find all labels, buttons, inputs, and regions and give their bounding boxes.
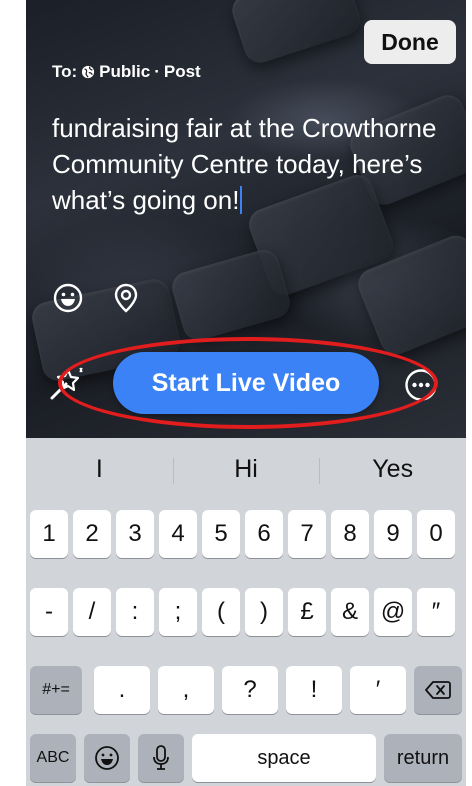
emoji-keyboard-icon bbox=[95, 746, 119, 770]
key[interactable]: : bbox=[116, 588, 154, 636]
key[interactable]: ? bbox=[222, 666, 278, 714]
key[interactable]: ! bbox=[286, 666, 342, 714]
key[interactable]: 8 bbox=[331, 510, 369, 558]
audience-separator: · bbox=[154, 62, 160, 81]
keyboard-row-punctuation: #+= . , ? ! ′ bbox=[26, 666, 466, 714]
key[interactable]: ( bbox=[202, 588, 240, 636]
camera-preview: Done To: Public · Post fundraising fair … bbox=[26, 0, 466, 438]
key[interactable]: 3 bbox=[116, 510, 154, 558]
key[interactable]: £ bbox=[288, 588, 326, 636]
keyboard-row-bottom: ABC space return bbox=[26, 734, 466, 782]
text-cursor bbox=[240, 186, 243, 214]
key[interactable]: 0 bbox=[417, 510, 455, 558]
key[interactable]: @ bbox=[374, 588, 412, 636]
key[interactable]: ) bbox=[245, 588, 283, 636]
key[interactable]: & bbox=[331, 588, 369, 636]
suggestion-item[interactable]: I bbox=[26, 438, 173, 500]
key[interactable]: 7 bbox=[288, 510, 326, 558]
key[interactable]: - bbox=[30, 588, 68, 636]
key[interactable]: , bbox=[158, 666, 214, 714]
location-pin-icon[interactable] bbox=[110, 282, 142, 314]
key[interactable]: 9 bbox=[374, 510, 412, 558]
backspace-icon bbox=[425, 681, 451, 699]
done-button[interactable]: Done bbox=[364, 20, 456, 64]
return-key[interactable]: return bbox=[384, 734, 462, 782]
key[interactable]: 4 bbox=[159, 510, 197, 558]
key[interactable]: / bbox=[73, 588, 111, 636]
post-text-content: fundraising fair at the Crowthorne Commu… bbox=[52, 113, 437, 215]
microphone-icon bbox=[153, 745, 169, 770]
keyboard-row-numbers: 1 2 3 4 5 6 7 8 9 0 bbox=[26, 510, 466, 558]
key[interactable]: ; bbox=[159, 588, 197, 636]
emoji-icon[interactable] bbox=[52, 282, 84, 314]
background-key-shape bbox=[168, 246, 294, 344]
suggestion-item[interactable]: Yes bbox=[319, 438, 466, 500]
globe-icon bbox=[82, 65, 95, 79]
more-symbols-key[interactable]: #+= bbox=[30, 666, 82, 714]
key[interactable]: . bbox=[94, 666, 150, 714]
audience-line[interactable]: To: Public · Post bbox=[52, 62, 201, 82]
start-live-video-button[interactable]: Start Live Video bbox=[113, 352, 379, 414]
key[interactable]: ′ bbox=[350, 666, 406, 714]
audience-label: Public bbox=[99, 62, 151, 81]
more-options-icon[interactable] bbox=[404, 368, 438, 402]
abc-key[interactable]: ABC bbox=[30, 734, 76, 782]
space-key[interactable]: space bbox=[192, 734, 376, 782]
dictation-key[interactable] bbox=[138, 734, 184, 782]
delete-key[interactable] bbox=[414, 666, 462, 714]
magic-wand-icon[interactable] bbox=[46, 364, 86, 404]
post-type-label: Post bbox=[163, 62, 201, 81]
predictive-suggestions: I Hi Yes bbox=[26, 438, 466, 500]
post-text-field[interactable]: fundraising fair at the Crowthorne Commu… bbox=[52, 110, 442, 218]
phone-screen: Done To: Public · Post fundraising fair … bbox=[26, 0, 466, 786]
keyboard: I Hi Yes 1 2 3 4 5 6 7 8 9 0 - / : ; ( )… bbox=[26, 438, 466, 786]
key[interactable]: 5 bbox=[202, 510, 240, 558]
keyboard-row-symbols: - / : ; ( ) £ & @ ″ bbox=[26, 588, 466, 636]
background-key-shape bbox=[228, 0, 364, 67]
emoji-key[interactable] bbox=[84, 734, 130, 782]
suggestion-item[interactable]: Hi bbox=[172, 438, 320, 500]
key[interactable]: 6 bbox=[245, 510, 283, 558]
to-prefix: To: bbox=[52, 62, 78, 81]
key[interactable]: ″ bbox=[417, 588, 455, 636]
key[interactable]: 2 bbox=[73, 510, 111, 558]
key[interactable]: 1 bbox=[30, 510, 68, 558]
